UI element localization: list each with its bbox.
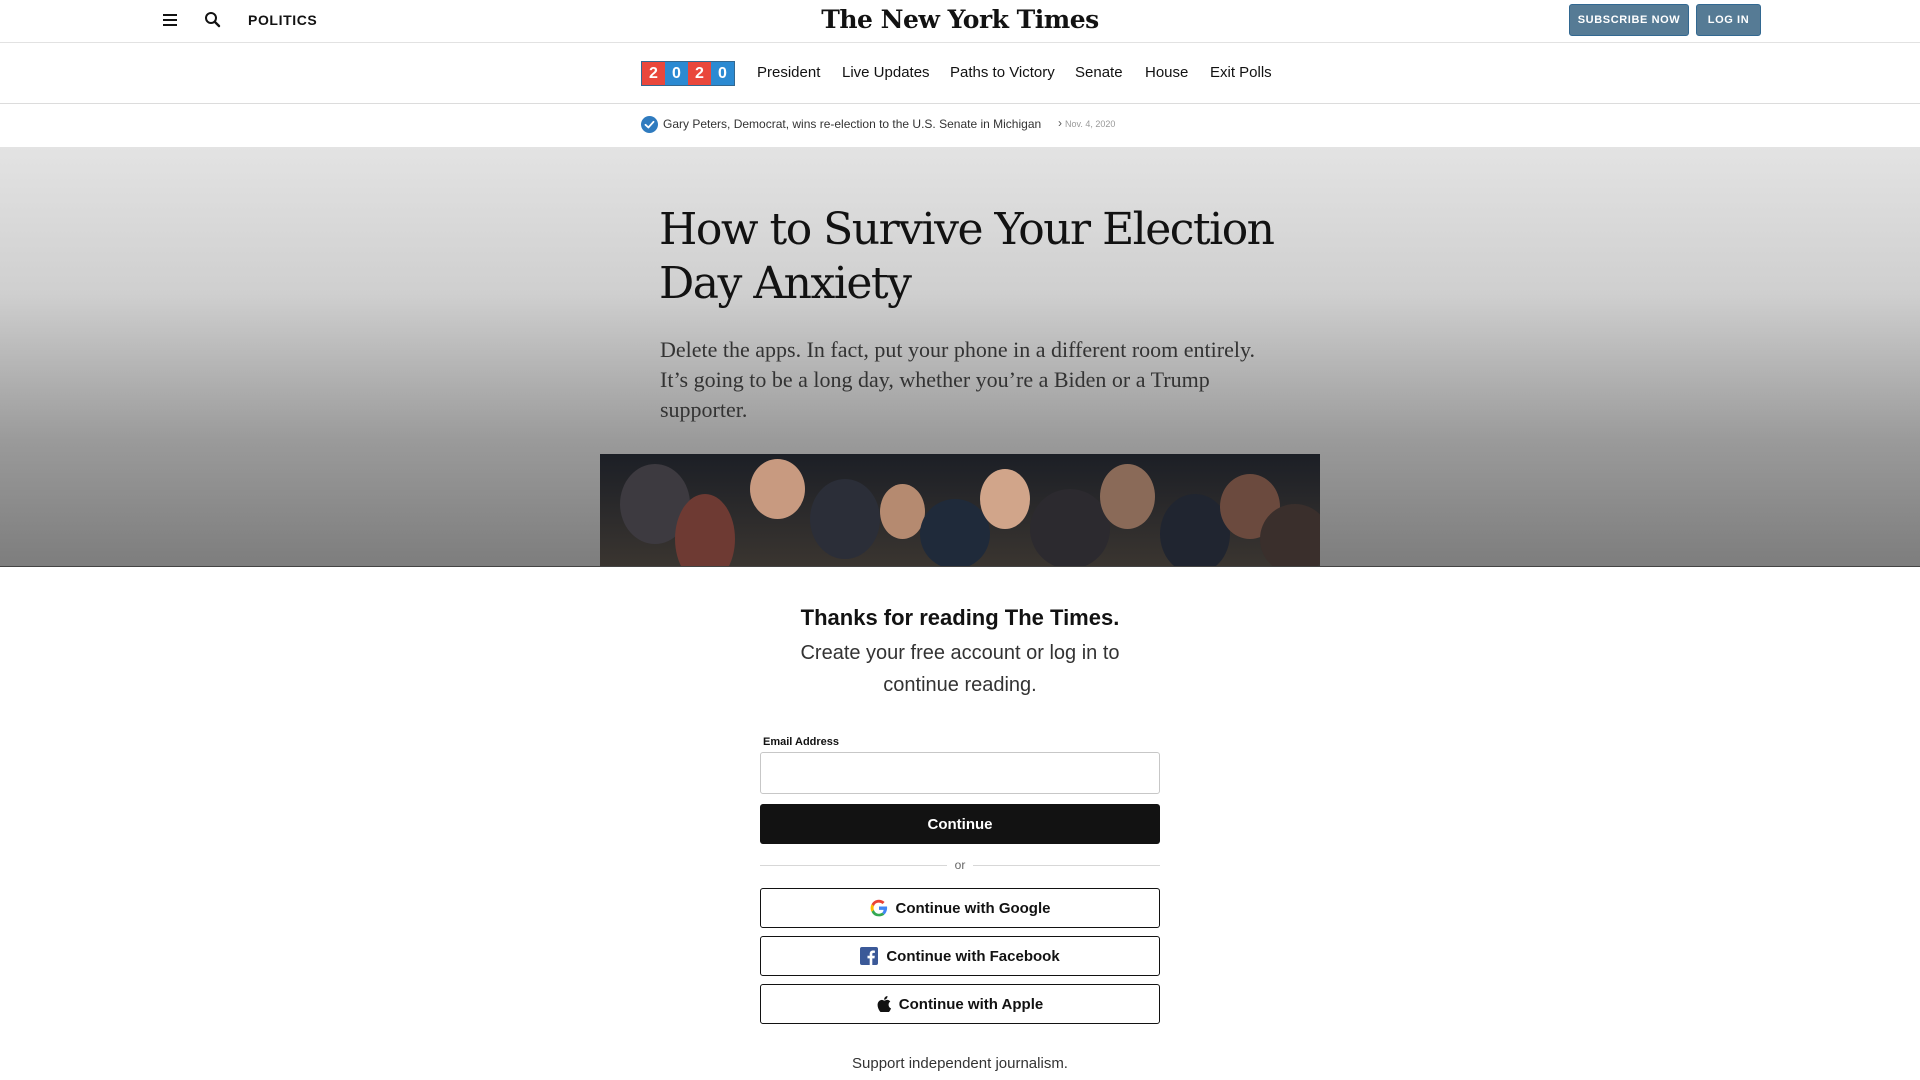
gate-subtitle: Create your free account or log in to co… — [800, 642, 1120, 696]
hero-divider — [0, 566, 1920, 567]
ticker-headline[interactable]: Gary Peters, Democrat, wins re-election … — [663, 117, 1041, 131]
badge-digit: 2 — [642, 62, 665, 85]
gate-title: Thanks for reading The Times. — [800, 605, 1120, 630]
election-nav: 2 0 2 0 President Live Updates Paths to … — [0, 43, 1920, 104]
support-journalism-text: Support independent journalism. — [852, 1055, 1068, 1072]
or-label: or — [954, 858, 966, 872]
checkmark-icon — [641, 116, 658, 133]
subscribe-button[interactable]: SUBSCRIBE NOW — [1569, 4, 1689, 36]
badge-digit: 0 — [711, 62, 734, 85]
article-headline: How to Survive Your Election Day Anxiety — [659, 204, 1275, 309]
nav-item-senate[interactable]: Senate — [1075, 64, 1123, 81]
apple-signin-button[interactable]: Continue with Apple — [760, 984, 1160, 1024]
nav-item-live-updates[interactable]: Live Updates — [842, 64, 930, 81]
nav-item-exit-polls[interactable]: Exit Polls — [1210, 64, 1272, 81]
facebook-signin-label: Continue with Facebook — [886, 947, 1060, 965]
nav-item-president[interactable]: President — [757, 64, 820, 81]
nav-item-paths-to-victory[interactable]: Paths to Victory — [950, 64, 1055, 81]
facebook-signin-button[interactable]: Continue with Facebook — [760, 936, 1160, 976]
google-icon — [870, 899, 888, 917]
election-2020-badge[interactable]: 2 0 2 0 — [641, 61, 735, 86]
email-field[interactable] — [760, 752, 1160, 794]
badge-digit: 2 — [688, 62, 711, 85]
continue-button[interactable]: Continue — [760, 804, 1160, 844]
google-signin-button[interactable]: Continue with Google — [760, 888, 1160, 928]
results-ticker: Gary Peters, Democrat, wins re-election … — [0, 104, 1920, 147]
chevron-right-icon: › — [1058, 116, 1062, 130]
ticker-date: Nov. 4, 2020 — [1065, 119, 1116, 129]
email-label: Email Address — [763, 736, 840, 748]
apple-signin-label: Continue with Apple — [898, 995, 1044, 1013]
apple-icon — [877, 996, 891, 1012]
facebook-icon — [860, 947, 879, 965]
masthead: POLITICS The New York Times SUBSCRIBE NO… — [0, 0, 1920, 43]
nav-item-house[interactable]: House — [1145, 64, 1188, 81]
article-hero: How to Survive Your Election Day Anxiety… — [0, 147, 1920, 567]
google-signin-label: Continue with Google — [895, 899, 1051, 917]
login-button[interactable]: LOG IN — [1696, 4, 1761, 36]
article-photo — [600, 454, 1320, 567]
article-summary: Delete the apps. In fact, put your phone… — [660, 337, 1256, 422]
badge-digit: 0 — [665, 62, 688, 85]
